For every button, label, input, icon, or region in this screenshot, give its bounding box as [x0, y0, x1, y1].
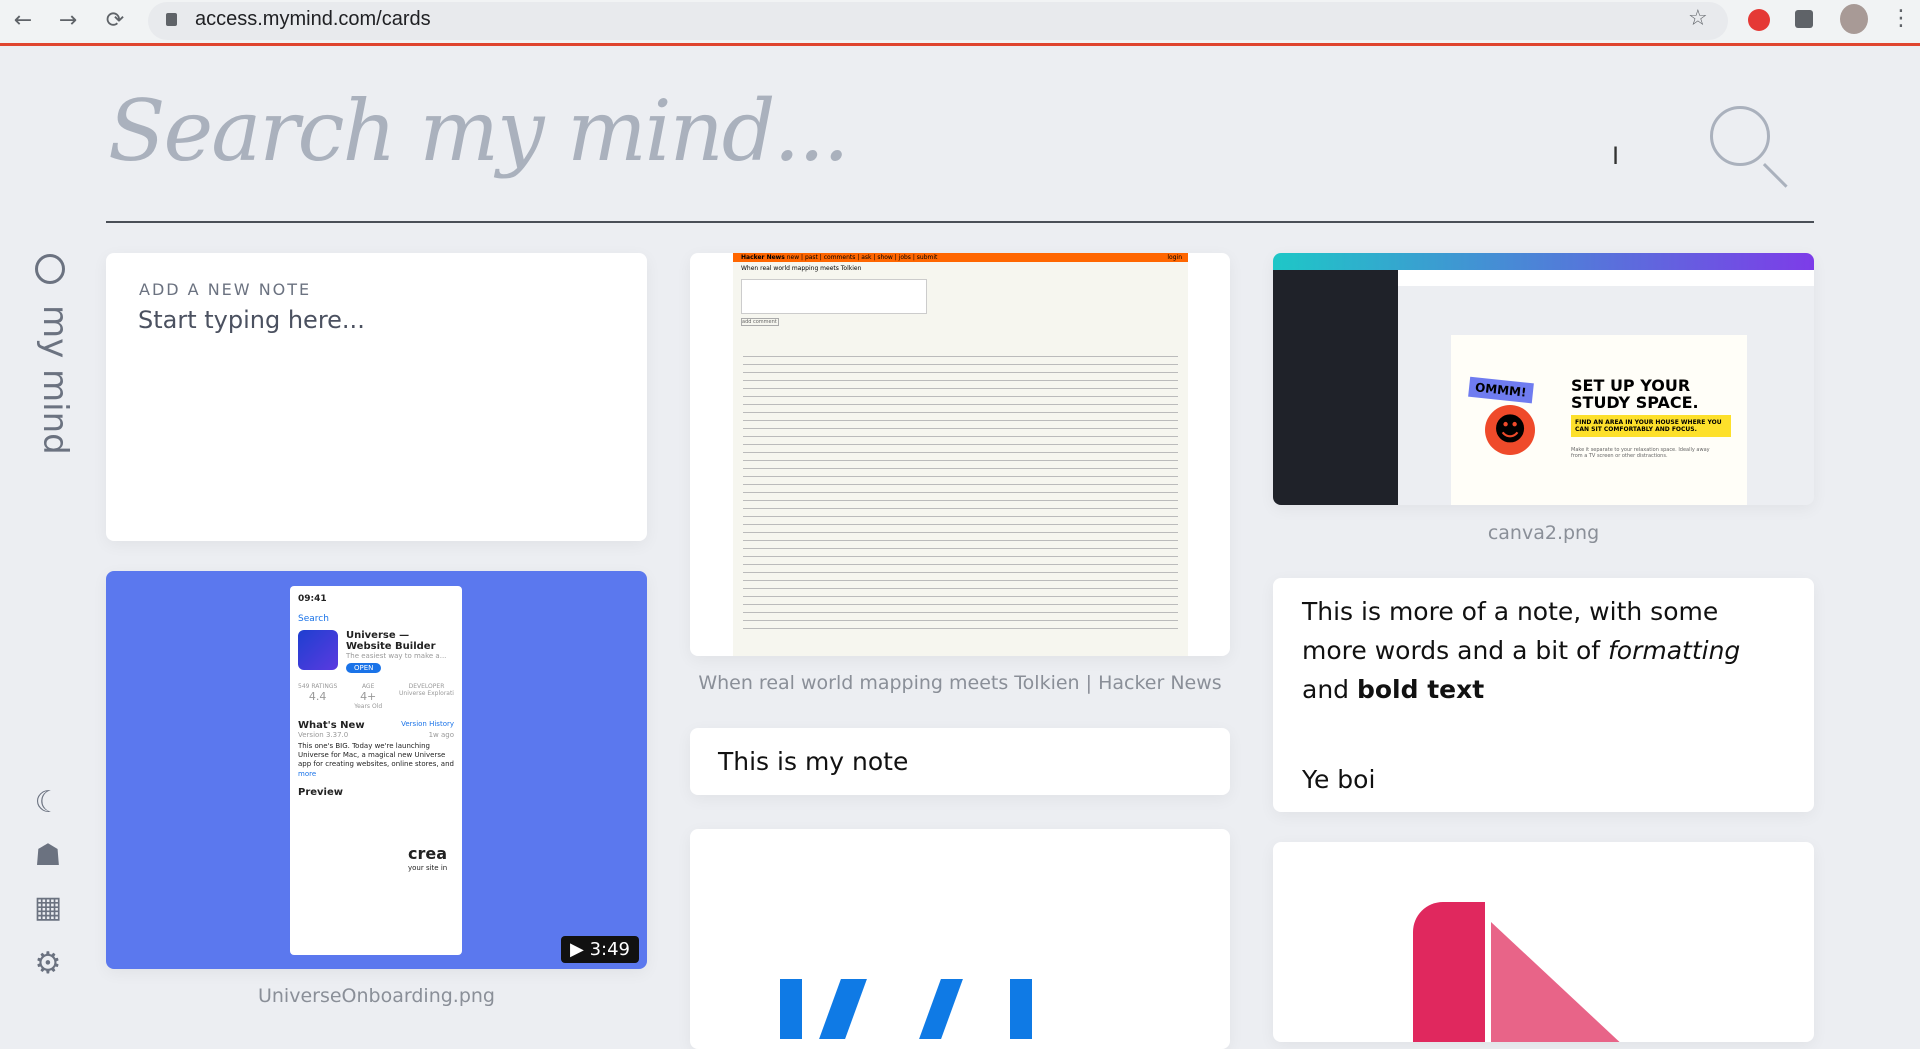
hn-header: Hacker News: [741, 254, 785, 261]
more-link: more: [298, 770, 317, 778]
preview-subtext: your site in: [408, 864, 448, 872]
forward-button[interactable]: →: [53, 8, 83, 33]
extension-icon[interactable]: [1748, 9, 1770, 31]
canva-sub: FIND AN AREA IN YOUR HOUSE WHERE YOU CAN…: [1571, 415, 1731, 437]
dev: Universe Explorati: [399, 690, 454, 697]
head-icon[interactable]: ☗: [30, 838, 66, 873]
reload-button[interactable]: ⟳: [100, 8, 130, 33]
rich-note-text: This is more of a note, with some more w…: [1302, 592, 1782, 709]
lock-icon: [166, 13, 177, 26]
app-name: Universe — Website Builder: [346, 630, 436, 652]
rich-note-card[interactable]: This is more of a note, with some more w…: [1273, 578, 1814, 812]
browser-toolbar: ← → ⟳ access.mymind.com/cards ☆ ⋮: [0, 0, 1920, 46]
bookmark-star-icon[interactable]: ☆: [1688, 6, 1708, 31]
age-label: AGE: [361, 683, 375, 690]
hn-title: When real world mapping meets Tolkien: [741, 265, 862, 272]
dev-label: DEVELOPER: [408, 683, 445, 690]
version: Version 3.37.0: [298, 731, 349, 739]
universe-card[interactable]: 09:41 Search Universe — Website Builder …: [106, 571, 647, 969]
app-icon: [298, 630, 338, 670]
text-cursor-icon: I: [1612, 142, 1620, 170]
blue-logo-image-part: [1010, 979, 1032, 1039]
back-link: Search: [298, 614, 329, 624]
smiley-icon: ☻: [1485, 405, 1535, 455]
note-line: and: [1302, 675, 1357, 704]
rating: 4.4: [308, 690, 327, 703]
url-text[interactable]: access.mymind.com/cards: [195, 8, 431, 31]
note-card[interactable]: This is my note: [690, 728, 1230, 795]
search-input[interactable]: Search my mind...: [108, 82, 850, 180]
hn-login: login: [1167, 254, 1182, 261]
menu-icon[interactable]: ⋮: [1890, 6, 1912, 31]
whats-new: What's New: [298, 720, 365, 731]
search-icon[interactable]: [1710, 106, 1770, 166]
new-note-label: ADD A NEW NOTE: [139, 280, 312, 299]
app-subtitle: The easiest way to make a...: [346, 652, 447, 660]
canva-headline: SET UP YOUR STUDY SPACE.: [1571, 376, 1699, 412]
sticker: OMMM!: [1468, 376, 1534, 404]
canva-body: Make it separate to your relaxation spac…: [1571, 447, 1710, 459]
gear-icon[interactable]: ⚙: [30, 946, 66, 981]
description: This one's BIG. Today we're launching Un…: [298, 742, 454, 768]
age-sub: Years Old: [354, 703, 383, 710]
hn-nav: new | past | comments | ask | show | job…: [786, 254, 938, 261]
logo-icon[interactable]: [35, 254, 65, 284]
puzzle-icon[interactable]: [1795, 10, 1813, 28]
age: 4+: [360, 690, 377, 703]
universe-caption: UniverseOnboarding.png: [257, 985, 495, 1007]
pink-logo-image-part: [1491, 922, 1641, 1042]
pink-logo-image: [1413, 902, 1485, 1042]
brand-name[interactable]: my mind: [35, 305, 75, 455]
open-button: OPEN: [346, 663, 382, 673]
moon-icon[interactable]: ☾: [30, 785, 66, 820]
ratings-label: 549 RATINGS: [298, 683, 338, 690]
note-line-2: Ye boi: [1302, 765, 1376, 794]
canva-slide: OMMM! ☻ SET UP YOUR STUDY SPACE. FIND AN…: [1451, 335, 1747, 505]
preview-heading: Preview: [298, 787, 344, 798]
grid-icon[interactable]: ▦: [30, 890, 66, 925]
hn-caption: When real world mapping meets Tolkien | …: [698, 672, 1222, 694]
italic-text: formatting: [1607, 636, 1741, 665]
avatar[interactable]: [1840, 4, 1868, 34]
divider: [106, 221, 1814, 223]
new-note-card[interactable]: ADD A NEW NOTE Start typing here...: [106, 253, 647, 541]
blue-logo-image-part: [919, 979, 963, 1039]
version-history: Version History: [401, 720, 454, 728]
hn-comments: [743, 351, 1178, 631]
duration: 3:49: [589, 939, 630, 960]
canva-toolbar: [1398, 270, 1814, 286]
canva-topbar: [1273, 253, 1814, 270]
blue-logo-image: [780, 979, 802, 1039]
preview-text: crea: [408, 844, 448, 863]
hacker-news-card[interactable]: Hacker News new | past | comments | ask …: [690, 253, 1230, 656]
image-card[interactable]: [1273, 842, 1814, 1042]
blue-logo-image-part: [819, 979, 867, 1039]
app-store-screenshot: 09:41 Search Universe — Website Builder …: [290, 586, 462, 955]
canva-sidebar: [1273, 270, 1398, 505]
note-text: This is my note: [718, 747, 909, 776]
hn-textarea: [741, 279, 927, 314]
new-note-input[interactable]: Start typing here...: [138, 306, 365, 334]
back-button[interactable]: ←: [8, 8, 38, 33]
time: 09:41: [298, 594, 327, 604]
bold-text: bold text: [1356, 675, 1485, 704]
hn-screenshot: Hacker News new | past | comments | ask …: [733, 253, 1188, 656]
video-duration-badge: ▶ 3:49: [561, 936, 639, 963]
canva-caption: canva2.png: [1487, 522, 1600, 544]
ago: 1w ago: [428, 731, 454, 739]
canva-card[interactable]: OMMM! ☻ SET UP YOUR STUDY SPACE. FIND AN…: [1273, 253, 1814, 505]
hn-button: add comment: [741, 318, 779, 326]
image-card[interactable]: [690, 829, 1230, 1049]
